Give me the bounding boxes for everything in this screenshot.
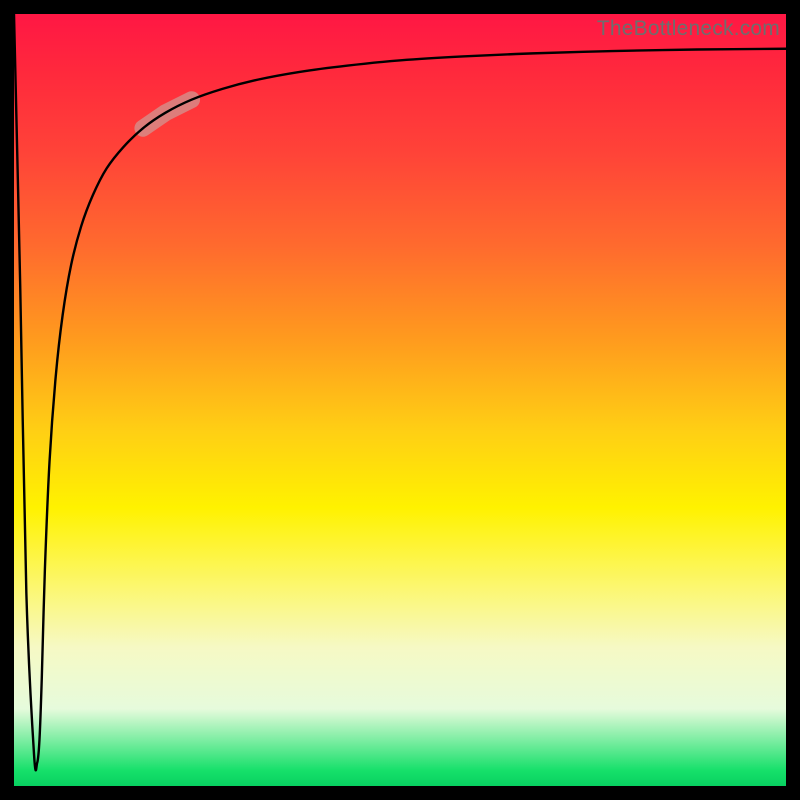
chart-frame: TheBottleneck.com [14, 14, 786, 786]
bottleneck-curve [14, 14, 786, 770]
chart-plot [14, 14, 786, 786]
